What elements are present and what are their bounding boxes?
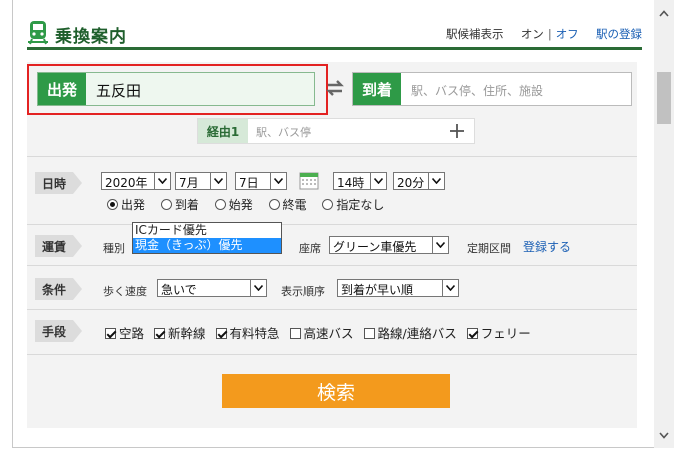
swap-icon[interactable] bbox=[324, 77, 346, 99]
chevron-down-icon bbox=[210, 173, 226, 189]
year-select[interactable]: 2020年 bbox=[101, 172, 171, 190]
scroll-thumb[interactable] bbox=[657, 72, 671, 124]
radio-first-train[interactable]: 始発 bbox=[214, 196, 253, 213]
checkbox-route-bus[interactable]: 路線/連絡バス bbox=[363, 323, 457, 342]
commuter-label: 定期区間 bbox=[467, 242, 511, 255]
month-select[interactable]: 7月 bbox=[175, 172, 227, 190]
checkbox-highway-bus[interactable]: 高速バス bbox=[289, 323, 354, 342]
divider bbox=[27, 354, 637, 355]
suggest-on-toggle[interactable]: オン bbox=[521, 27, 544, 41]
walk-speed-select[interactable]: 急いで bbox=[157, 279, 267, 297]
departure-label: 出発 bbox=[38, 73, 86, 105]
search-button[interactable]: 検索 bbox=[222, 374, 450, 408]
chevron-down-icon bbox=[250, 280, 266, 296]
header-options: 駅候補表示 オン | オフ 駅の登録 bbox=[446, 26, 642, 42]
means-label: 手段 bbox=[35, 320, 83, 342]
scroll-up-icon[interactable] bbox=[654, 4, 674, 22]
order-label: 表示順序 bbox=[281, 285, 325, 298]
checkbox-ferry[interactable]: フェリー bbox=[466, 323, 531, 342]
datetime-label: 日時 bbox=[35, 172, 83, 194]
arrival-label: 到着 bbox=[353, 73, 401, 105]
fare-type-dropdown[interactable]: ICカード優先 現金（きっぷ）優先 bbox=[132, 222, 282, 254]
fare-label: 運賃 bbox=[35, 235, 83, 257]
minute-select[interactable]: 20分 bbox=[393, 172, 445, 190]
fare-option-cash[interactable]: 現金（きっぷ）優先 bbox=[133, 238, 281, 253]
toggle-divider: | bbox=[547, 27, 552, 41]
departure-value[interactable]: 五反田 bbox=[96, 80, 141, 101]
seat-select[interactable]: グリーン車優先 bbox=[329, 236, 449, 254]
search-panel: 出発 五反田 到着 駅、バス停、住所、施設 経由1 駅、バス停 日時 2020年 bbox=[27, 62, 637, 428]
station-suggest-label: 駅候補表示 bbox=[446, 27, 504, 41]
divider bbox=[27, 224, 637, 225]
seat-label: 座席 bbox=[299, 242, 321, 255]
chevron-down-icon bbox=[370, 173, 386, 189]
chevron-down-icon bbox=[154, 173, 170, 189]
scroll-down-icon[interactable] bbox=[654, 426, 674, 444]
divider bbox=[27, 265, 637, 266]
chevron-down-icon bbox=[270, 173, 286, 189]
day-select[interactable]: 7日 bbox=[235, 172, 287, 190]
plus-icon[interactable] bbox=[448, 122, 466, 140]
walk-speed-label: 歩く速度 bbox=[103, 285, 147, 298]
via-field[interactable]: 経由1 駅、バス停 bbox=[197, 118, 475, 144]
arrival-field[interactable]: 到着 駅、バス停、住所、施設 bbox=[352, 72, 632, 106]
page-title: 乗換案内 bbox=[55, 27, 127, 47]
radio-departure[interactable]: 出発 bbox=[107, 196, 145, 213]
transit-header: 乗換案内 駅候補表示 オン | オフ 駅の登録 bbox=[27, 8, 642, 50]
fare-option-ic[interactable]: ICカード優先 bbox=[133, 223, 281, 238]
calendar-icon[interactable] bbox=[299, 170, 319, 190]
arrival-placeholder[interactable]: 駅、バス停、住所、施設 bbox=[411, 82, 543, 99]
chevron-down-icon bbox=[432, 237, 448, 253]
scrollbar[interactable] bbox=[654, 0, 674, 448]
checkbox-shinkansen[interactable]: 新幹線 bbox=[154, 323, 206, 342]
fare-type-label: 種別 bbox=[103, 242, 125, 255]
time-type-radios: 出発 到着 始発 終電 指定なし bbox=[107, 196, 396, 213]
radio-arrival[interactable]: 到着 bbox=[160, 196, 199, 213]
suggest-off-link[interactable]: オフ bbox=[556, 27, 579, 41]
radio-unspecified[interactable]: 指定なし bbox=[322, 196, 384, 213]
page-frame: 乗換案内 駅候補表示 オン | オフ 駅の登録 出発 五反田 到着 駅、バス停、住所… bbox=[12, 0, 674, 448]
order-select[interactable]: 到着が早い順 bbox=[337, 279, 459, 297]
checkbox-limited-express[interactable]: 有料特急 bbox=[215, 323, 280, 342]
via-label: 経由1 bbox=[198, 119, 248, 143]
train-icon bbox=[28, 21, 48, 45]
chevron-down-icon bbox=[442, 280, 458, 296]
divider bbox=[27, 309, 637, 310]
chevron-down-icon bbox=[428, 173, 444, 189]
register-station-link[interactable]: 駅の登録 bbox=[596, 27, 642, 41]
divider bbox=[27, 156, 637, 157]
via-placeholder[interactable]: 駅、バス停 bbox=[256, 124, 311, 140]
conditions-label: 条件 bbox=[35, 278, 83, 300]
hour-select[interactable]: 14時 bbox=[333, 172, 387, 190]
commuter-register-link[interactable]: 登録する bbox=[523, 238, 571, 255]
radio-last-train[interactable]: 終電 bbox=[268, 196, 307, 213]
departure-field[interactable]: 出発 五反田 bbox=[37, 72, 315, 106]
transport-checkboxes: 空路 新幹線 有料特急 高速バス 路線/連絡バス フェリー bbox=[105, 323, 537, 342]
checkbox-air[interactable]: 空路 bbox=[105, 323, 144, 342]
